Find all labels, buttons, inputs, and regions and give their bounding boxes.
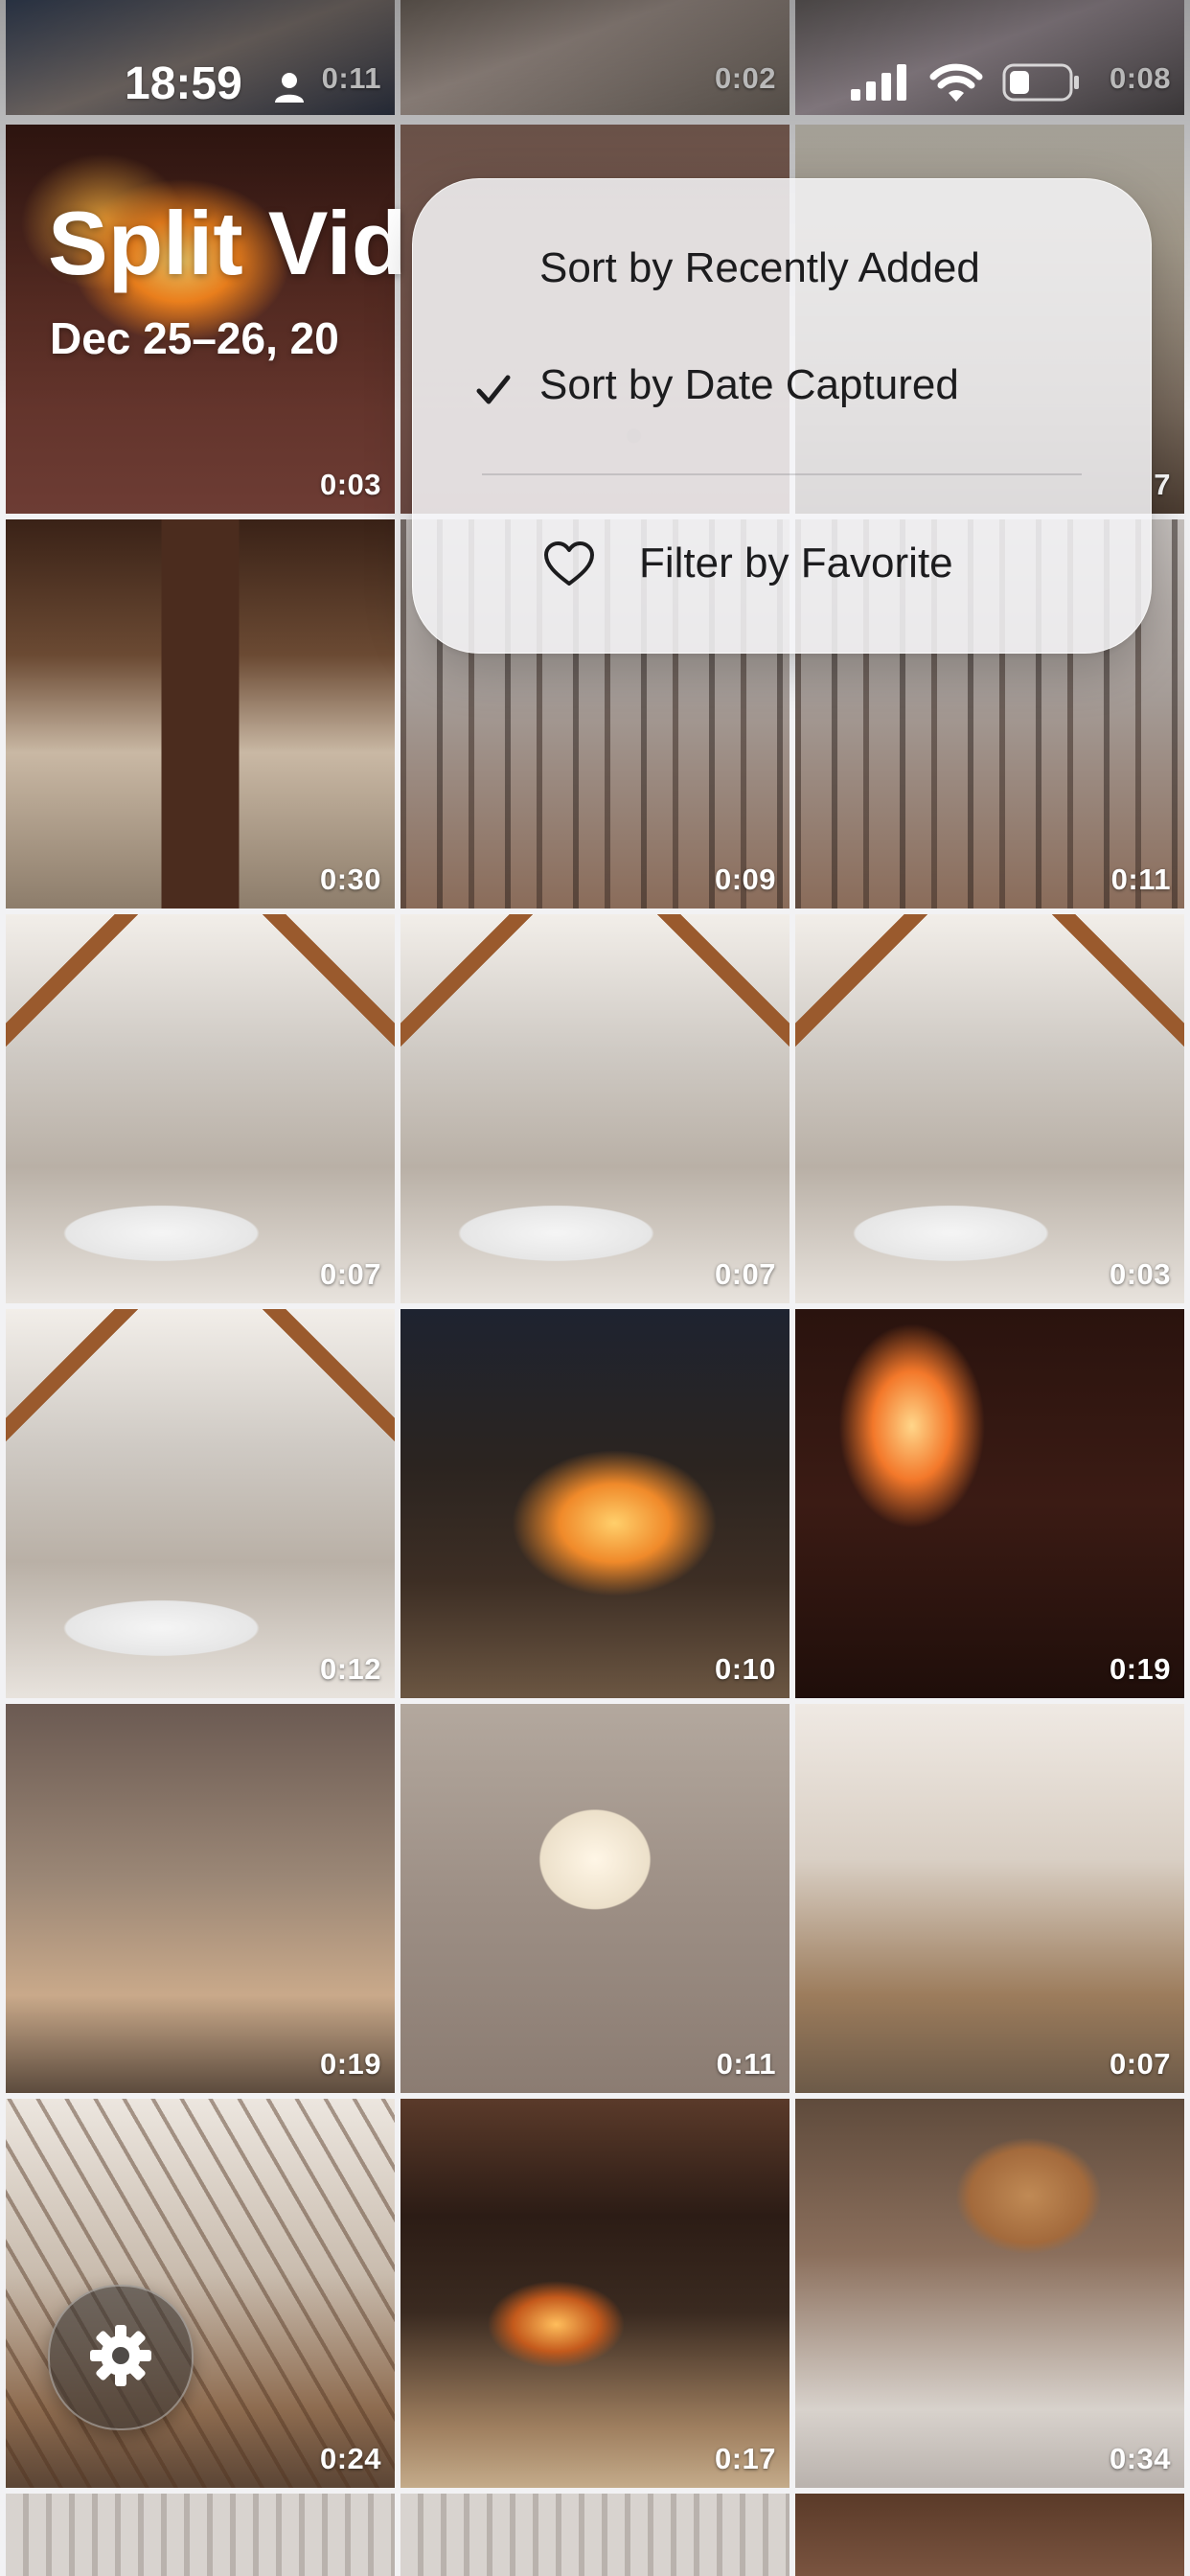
video-duration: 0:11 (716, 2047, 776, 2081)
video-duration: 0:10 (714, 1652, 776, 1686)
video-duration: 0:30 (319, 862, 381, 896)
menu-item-label: Filter by Favorite (639, 540, 953, 586)
video-duration: 0:24 (319, 2442, 381, 2475)
video-thumbnail[interactable]: 0:07 (400, 914, 790, 1303)
video-thumbnail[interactable] (6, 2494, 395, 2576)
menu-item-label: Sort by Date Captured (539, 361, 959, 408)
menu-item-recently-added[interactable]: Sort by Recently Added (413, 216, 1151, 321)
video-thumbnail[interactable]: 0:07 (6, 914, 395, 1303)
video-duration: 0:09 (714, 862, 776, 896)
video-duration: 0:34 (1109, 2442, 1171, 2475)
video-thumbnail[interactable] (795, 2494, 1184, 2576)
video-duration: 7 (1154, 468, 1171, 501)
video-duration: 0:17 (714, 2442, 776, 2475)
video-duration: 0:07 (319, 1257, 381, 1291)
video-thumbnail[interactable]: 0:11 (400, 1704, 790, 2093)
video-thumbnail[interactable]: 0:03 (795, 914, 1184, 1303)
video-thumbnail[interactable]: 0:34 (795, 2099, 1184, 2488)
video-thumbnail[interactable]: 0:17 (400, 2099, 790, 2488)
video-duration: 0:02 (714, 61, 776, 95)
menu-item-filter-favorite[interactable]: Filter by Favorite (413, 511, 1151, 616)
video-duration: 0:11 (321, 61, 381, 95)
video-duration: 0:08 (1109, 61, 1171, 95)
heart-icon (543, 541, 595, 598)
video-duration: 0:07 (714, 1257, 776, 1291)
video-duration: 0:19 (319, 2047, 381, 2081)
menu-item-date-captured[interactable]: Sort by Date Captured (413, 333, 1151, 438)
checkmark-icon (476, 369, 511, 417)
video-duration: 0:12 (319, 1652, 381, 1686)
settings-button[interactable] (48, 2285, 194, 2430)
video-thumbnail[interactable]: 0:12 (6, 1309, 395, 1698)
video-thumbnail[interactable]: 0:19 (6, 1704, 395, 2093)
signal-icon (851, 64, 910, 105)
video-duration: 0:03 (1109, 1257, 1171, 1291)
menu-item-label: Sort by Recently Added (539, 244, 980, 291)
status-time: 18:59 (125, 58, 242, 109)
album-title: Split Vid (48, 193, 407, 293)
video-thumbnail[interactable]: 0:07 (795, 1704, 1184, 2093)
battery-icon (1002, 63, 1081, 106)
video-thumbnail[interactable]: 0:19 (795, 1309, 1184, 1698)
video-duration: 0:11 (1110, 862, 1171, 896)
status-indicators (851, 63, 1081, 106)
video-thumbnail[interactable] (400, 2494, 790, 2576)
video-duration: 0:03 (319, 468, 381, 501)
sort-filter-menu: Sort by Recently Added Sort by Date Capt… (412, 178, 1152, 654)
album-date-range: Dec 25–26, 20 (50, 313, 339, 363)
video-thumbnail[interactable]: 0:10 (400, 1309, 790, 1698)
menu-divider (482, 473, 1082, 475)
video-duration: 0:07 (1109, 2047, 1171, 2081)
video-thumbnail[interactable]: 0:24 (6, 2099, 395, 2488)
video-duration: 0:19 (1109, 1652, 1171, 1686)
video-thumbnail[interactable]: 0:30 (6, 519, 395, 908)
gear-icon (87, 2322, 154, 2394)
video-thumbnail[interactable]: 0:02 (400, 0, 790, 115)
wifi-icon (929, 63, 983, 106)
person-icon (273, 71, 306, 108)
